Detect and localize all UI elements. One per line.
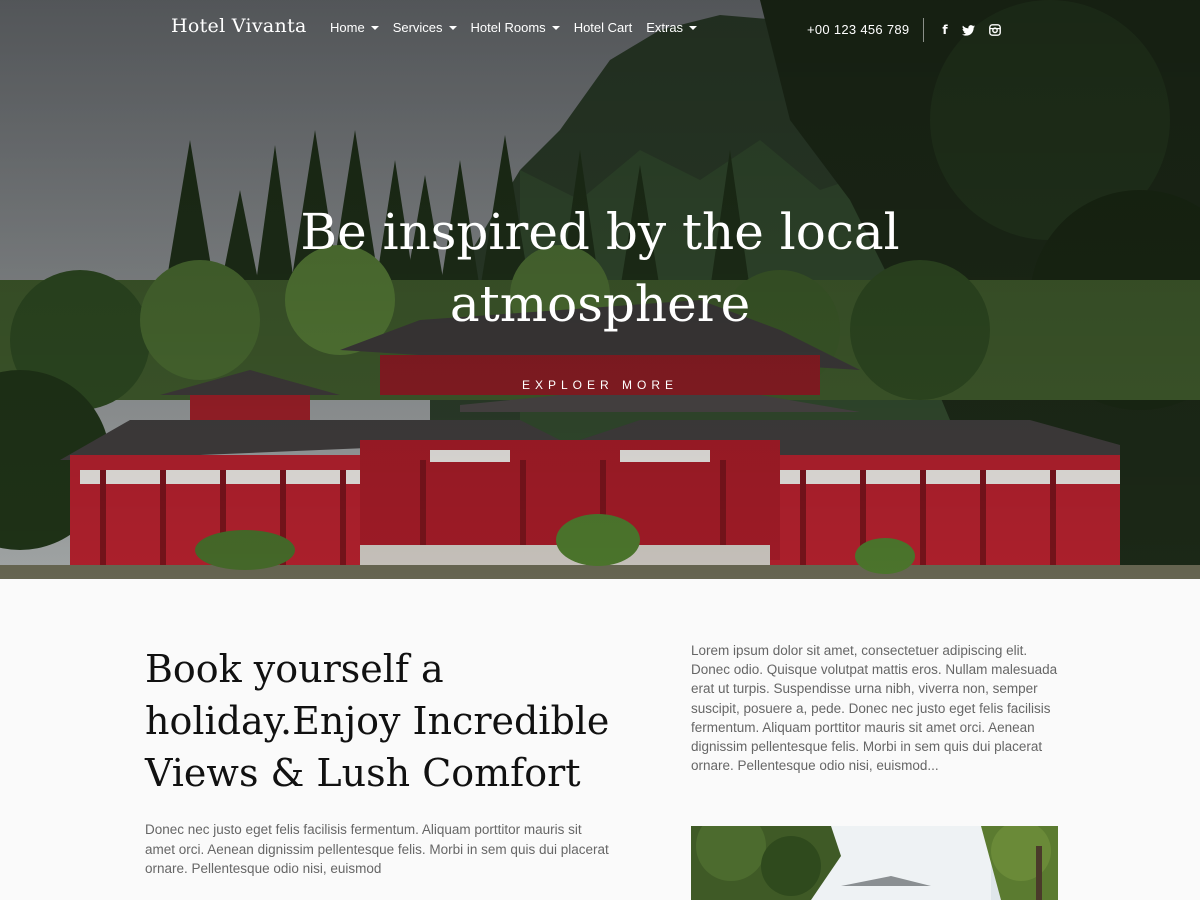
hero-headline: Be inspired by the local atmosphere bbox=[0, 196, 1200, 340]
garden-photo bbox=[691, 826, 1058, 900]
nav-item-hotel-cart[interactable]: Hotel Cart bbox=[574, 20, 633, 35]
site-logo[interactable]: Hotel Vivanta bbox=[171, 15, 307, 37]
intro-section: Book yourself a holiday.Enjoy Incredible… bbox=[0, 579, 1200, 900]
top-navigation-bar: Hotel Vivanta Home Services Hotel Rooms … bbox=[0, 0, 1200, 60]
nav-item-services[interactable]: Services bbox=[393, 20, 457, 35]
nav-item-label: Home bbox=[330, 20, 365, 35]
nav-item-hotel-rooms[interactable]: Hotel Rooms bbox=[471, 20, 560, 35]
header-divider bbox=[923, 18, 924, 42]
chevron-down-icon bbox=[551, 26, 560, 30]
phone-number[interactable]: +00 123 456 789 bbox=[807, 22, 909, 37]
nav-item-label: Hotel Cart bbox=[573, 20, 633, 35]
hero-banner: Hotel Vivanta Home Services Hotel Rooms … bbox=[0, 0, 1200, 579]
nav-item-home[interactable]: Home bbox=[330, 20, 379, 35]
nav-item-label: Services bbox=[392, 20, 443, 35]
section-description: Donec nec justo eget felis facilisis fer… bbox=[145, 822, 609, 876]
section-title: Book yourself a holiday.Enjoy Incredible… bbox=[145, 647, 610, 795]
twitter-icon[interactable] bbox=[961, 23, 975, 37]
chevron-down-icon bbox=[370, 26, 379, 30]
hero-headline-line1: Be inspired by the local bbox=[300, 203, 900, 261]
chevron-down-icon bbox=[448, 26, 457, 30]
explore-more-link[interactable]: EXPLOER MORE bbox=[0, 378, 1200, 392]
hero-headline-line2: atmosphere bbox=[449, 275, 751, 333]
main-nav: Home Services Hotel Rooms Hotel Cart Ext… bbox=[330, 20, 698, 35]
nav-item-extras[interactable]: Extras bbox=[646, 20, 698, 35]
nav-item-label: Hotel Rooms bbox=[470, 20, 546, 35]
instagram-icon[interactable] bbox=[988, 23, 1002, 37]
chevron-down-icon bbox=[689, 26, 698, 30]
nav-item-label: Extras bbox=[646, 20, 684, 35]
facebook-icon[interactable]: f bbox=[938, 23, 952, 37]
side-description: Lorem ipsum dolor sit amet, consectetuer… bbox=[691, 643, 1058, 774]
